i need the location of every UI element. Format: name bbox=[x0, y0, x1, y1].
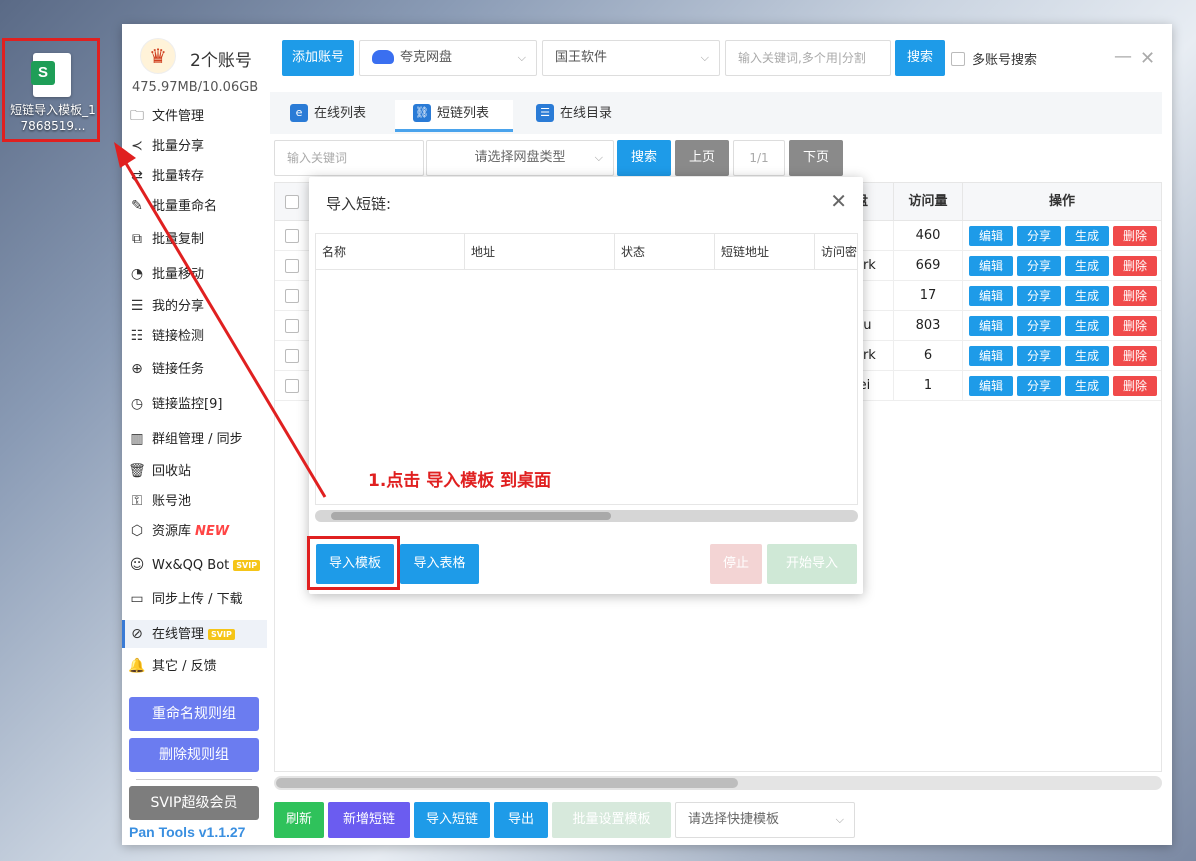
annotation-arrow bbox=[114, 142, 327, 498]
